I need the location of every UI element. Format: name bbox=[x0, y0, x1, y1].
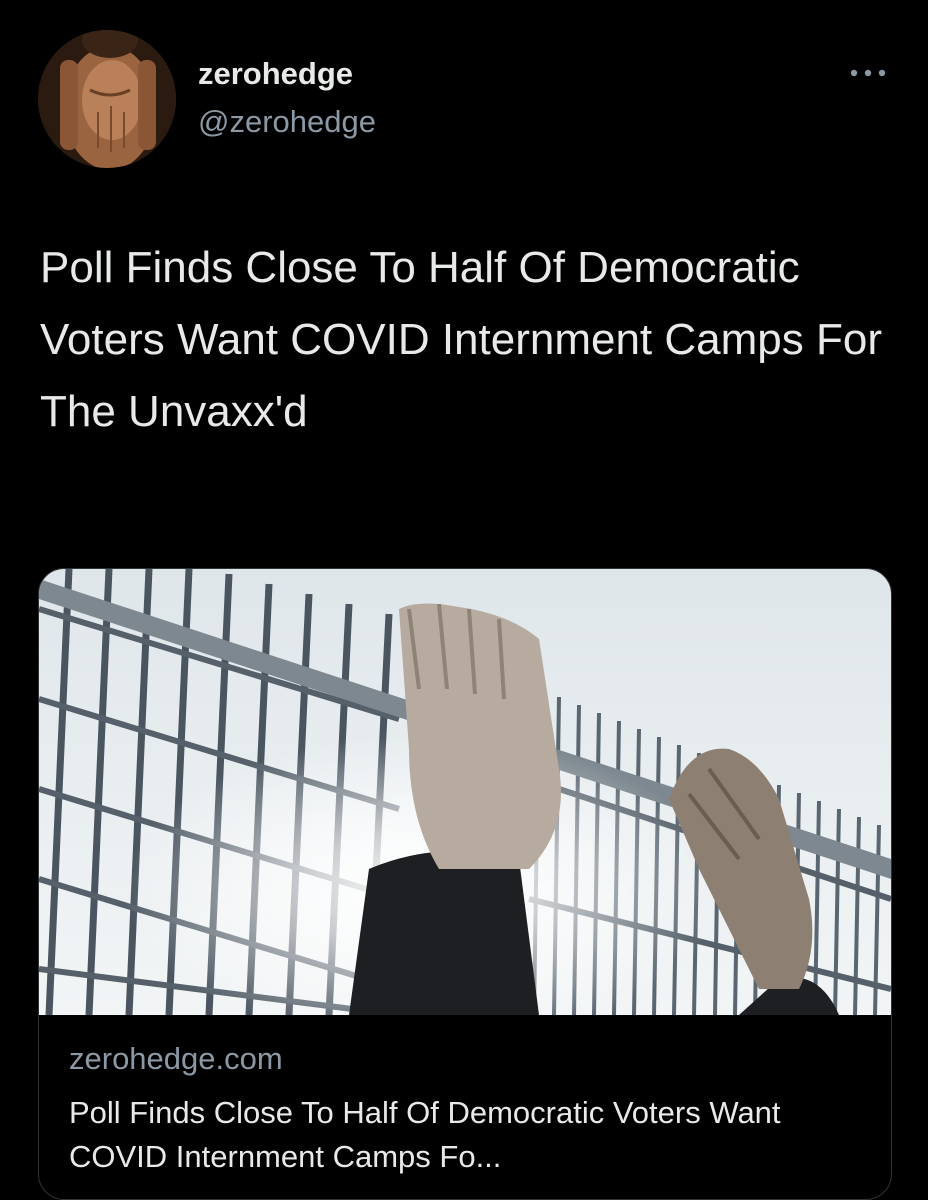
card-title: Poll Finds Close To Half Of Democratic V… bbox=[69, 1095, 781, 1174]
avatar-photo-icon bbox=[38, 30, 176, 168]
display-name[interactable]: zerohedge bbox=[198, 56, 353, 92]
more-horizontal-icon bbox=[850, 69, 886, 77]
card-domain: zerohedge.com bbox=[69, 1041, 283, 1076]
more-options-button[interactable] bbox=[846, 60, 890, 86]
link-card[interactable]: zerohedge.com Poll Finds Close To Half O… bbox=[38, 568, 892, 1200]
card-image bbox=[39, 569, 891, 1015]
tweet-text: Poll Finds Close To Half Of Democratic V… bbox=[40, 243, 882, 436]
avatar[interactable] bbox=[38, 30, 176, 168]
fence-hands-photo-icon bbox=[39, 569, 891, 1015]
user-handle[interactable]: @zerohedge bbox=[198, 104, 376, 140]
